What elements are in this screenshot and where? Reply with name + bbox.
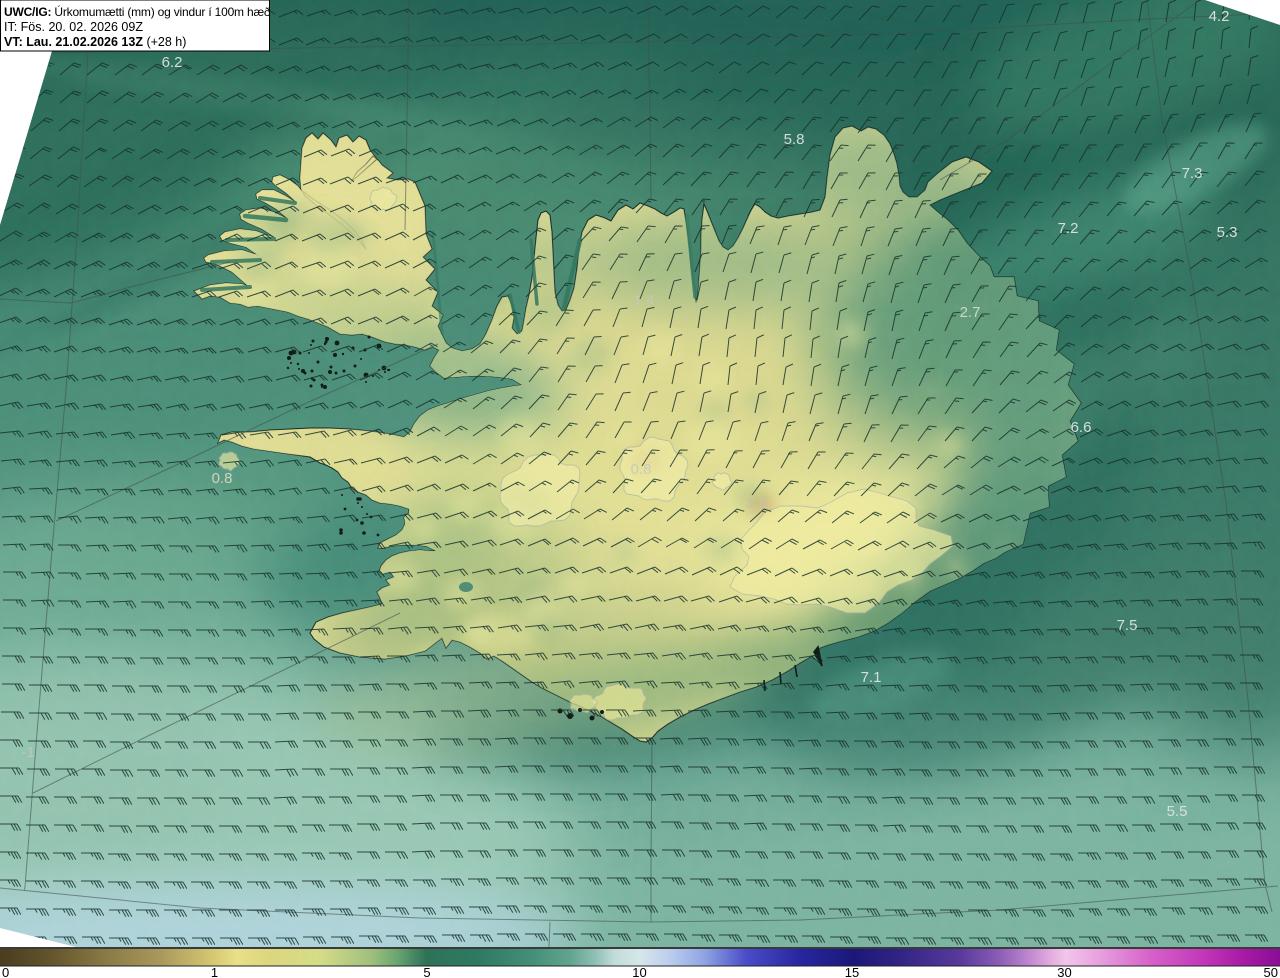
svg-text:IT: Fös. 20. 02. 2026 09Z: IT: Fös. 20. 02. 2026 09Z (4, 20, 143, 34)
svg-text:1: 1 (211, 965, 218, 978)
svg-text:VT: Lau. 21.02.2026 13Z (+28 h: VT: Lau. 21.02.2026 13Z (+28 h) (4, 35, 186, 49)
svg-text:30: 30 (1057, 965, 1071, 978)
svg-text:15: 15 (845, 965, 859, 978)
svg-text:50: 50 (1264, 965, 1278, 978)
svg-text:5: 5 (423, 965, 430, 978)
svg-text:10: 10 (632, 965, 646, 978)
svg-text:0: 0 (2, 965, 9, 978)
svg-text:UWC/IG: Úrkomumætti (mm) og vi: UWC/IG: Úrkomumætti (mm) og vindur í 100… (4, 4, 271, 19)
